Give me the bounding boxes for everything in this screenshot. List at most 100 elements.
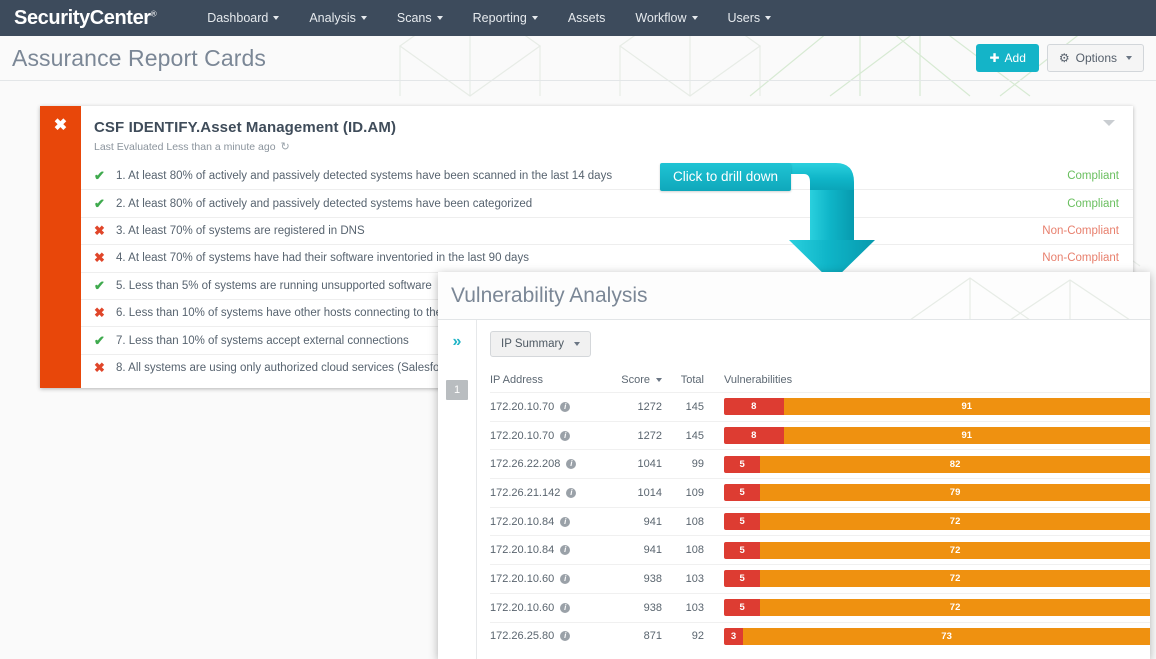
policy-row[interactable]: ✔ 2. At least 80% of actively and passiv… — [81, 189, 1133, 216]
info-icon[interactable]: i — [566, 459, 576, 469]
table-row[interactable]: 172.20.10.60 i 938 103 5 72 — [490, 564, 1150, 593]
app-logo[interactable]: SecurityCenter® — [0, 7, 166, 30]
column-header-ip-address[interactable]: IP Address — [490, 374, 606, 386]
ip-address-text: 172.20.10.60 — [490, 602, 554, 614]
cell-ip-address: 172.20.10.84 i — [490, 516, 606, 528]
high-segment[interactable]: 79 — [760, 484, 1150, 501]
column-header-total[interactable]: Total — [664, 374, 710, 386]
critical-segment[interactable]: 5 — [724, 542, 760, 559]
brand-text: SecurityCenter — [14, 7, 151, 29]
refresh-icon[interactable]: ↻ — [281, 140, 290, 153]
nav-item-scans[interactable]: Scans — [382, 0, 458, 36]
info-icon[interactable]: i — [560, 431, 570, 441]
critical-segment[interactable]: 5 — [724, 484, 760, 501]
critical-segment[interactable]: 8 — [724, 398, 784, 415]
info-icon[interactable]: i — [560, 545, 570, 555]
info-icon[interactable]: i — [560, 603, 570, 613]
nav-item-workflow[interactable]: Workflow — [620, 0, 712, 36]
card-subtitle-text: Last Evaluated Less than a minute ago — [94, 141, 276, 153]
cell-total: 92 — [664, 630, 710, 642]
gear-icon: ⚙ — [1059, 51, 1070, 65]
chevron-down-icon[interactable] — [1103, 120, 1115, 126]
status-badge: Compliant — [1067, 198, 1119, 210]
nav-item-dashboard[interactable]: Dashboard — [192, 0, 294, 36]
table-row[interactable]: 172.20.10.70 i 1272 145 8 91 — [490, 421, 1150, 450]
high-segment[interactable]: 72 — [760, 513, 1150, 530]
nav-label: Scans — [397, 11, 432, 25]
severity-bar: 5 72 — [724, 513, 1150, 530]
check-icon: ✔ — [94, 333, 116, 349]
card-subtitle: Last Evaluated Less than a minute ago ↻ — [81, 140, 1133, 153]
panel-side-rail: » 1 — [438, 320, 477, 659]
nav-label: Assets — [568, 11, 606, 25]
table-row[interactable]: 172.26.21.142 i 1014 109 5 79 — [490, 478, 1150, 507]
nav-label: Users — [728, 11, 761, 25]
high-segment[interactable]: 91 — [784, 427, 1150, 444]
options-button[interactable]: ⚙ Options — [1047, 44, 1144, 72]
cell-total: 145 — [664, 430, 710, 442]
chevron-double-right-icon[interactable]: » — [438, 334, 476, 350]
ip-address-text: 172.20.10.60 — [490, 573, 554, 585]
cell-ip-address: 172.20.10.84 i — [490, 544, 606, 556]
nav-item-analysis[interactable]: Analysis — [294, 0, 382, 36]
column-header-score[interactable]: Score — [606, 374, 664, 386]
options-button-label: Options — [1076, 51, 1117, 65]
ip-summary-dropdown[interactable]: IP Summary — [490, 331, 591, 357]
cell-total: 108 — [664, 516, 710, 528]
add-button[interactable]: ✚ Add — [976, 44, 1038, 72]
check-icon: ✔ — [94, 278, 116, 294]
high-segment[interactable]: 91 — [784, 398, 1150, 415]
table-row[interactable]: 172.26.22.208 i 1041 99 5 82 — [490, 449, 1150, 478]
high-segment[interactable]: 73 — [743, 628, 1150, 645]
cell-ip-address: 172.26.25.80 i — [490, 630, 606, 642]
nav-label: Analysis — [309, 11, 356, 25]
panel-title: Vulnerability Analysis — [438, 272, 1150, 308]
ip-address-text: 172.20.10.84 — [490, 516, 554, 528]
critical-segment[interactable]: 5 — [724, 570, 760, 587]
info-icon[interactable]: i — [560, 631, 570, 641]
ip-address-text: 172.20.10.70 — [490, 430, 554, 442]
cell-vulnerability-bar: 5 82 — [710, 450, 1150, 478]
table-row[interactable]: 172.20.10.84 i 941 108 5 72 — [490, 507, 1150, 536]
severity-bar: 5 82 — [724, 456, 1150, 473]
info-icon[interactable]: i — [560, 517, 570, 527]
policy-row[interactable]: ✖ 4. At least 70% of systems have had th… — [81, 244, 1133, 271]
cell-vulnerability-bar: 5 72 — [710, 536, 1150, 564]
table-row[interactable]: 172.26.25.80 i 871 92 3 73 — [490, 622, 1150, 651]
critical-segment[interactable]: 5 — [724, 599, 760, 616]
critical-segment[interactable]: 5 — [724, 513, 760, 530]
high-segment[interactable]: 72 — [760, 570, 1150, 587]
status-badge: Compliant — [1067, 170, 1119, 182]
nav-item-assets[interactable]: Assets — [553, 0, 621, 36]
close-icon[interactable]: ✖ — [54, 118, 67, 388]
info-icon[interactable]: i — [560, 402, 570, 412]
vulnerability-analysis-panel: Vulnerability Analysis » 1 IP Summary IP… — [438, 272, 1150, 659]
cross-icon: ✖ — [94, 250, 116, 266]
severity-bar: 8 91 — [724, 427, 1150, 444]
cell-vulnerability-bar: 5 72 — [710, 594, 1150, 622]
cell-vulnerability-bar: 8 91 — [710, 393, 1150, 421]
table-row[interactable]: 172.20.10.70 i 1272 145 8 91 — [490, 392, 1150, 421]
cell-vulnerability-bar: 5 72 — [710, 565, 1150, 593]
critical-segment[interactable]: 8 — [724, 427, 784, 444]
policy-row[interactable]: ✖ 3. At least 70% of systems are registe… — [81, 217, 1133, 244]
high-segment[interactable]: 72 — [760, 542, 1150, 559]
high-segment[interactable]: 82 — [760, 456, 1150, 473]
drill-down-callout: Click to drill down — [660, 160, 910, 290]
page-header: Assurance Report Cards ✚ Add ⚙ Options — [0, 36, 1156, 81]
critical-segment[interactable]: 3 — [724, 628, 743, 645]
column-header-vulnerabilities[interactable]: Vulnerabilities — [710, 374, 1142, 386]
critical-segment[interactable]: 5 — [724, 456, 760, 473]
info-icon[interactable]: i — [566, 488, 576, 498]
nav-item-users[interactable]: Users — [713, 0, 787, 36]
chevron-down-icon — [361, 16, 367, 20]
policy-row[interactable]: ✔ 1. At least 80% of actively and passiv… — [81, 162, 1133, 189]
page-number-badge[interactable]: 1 — [446, 380, 468, 400]
table-row[interactable]: 172.20.10.60 i 938 103 5 72 — [490, 593, 1150, 622]
cell-ip-address: 172.20.10.60 i — [490, 602, 606, 614]
status-badge: Non-Compliant — [1042, 252, 1119, 264]
table-row[interactable]: 172.20.10.84 i 941 108 5 72 — [490, 535, 1150, 564]
nav-item-reporting[interactable]: Reporting — [458, 0, 553, 36]
info-icon[interactable]: i — [560, 574, 570, 584]
high-segment[interactable]: 72 — [760, 599, 1150, 616]
